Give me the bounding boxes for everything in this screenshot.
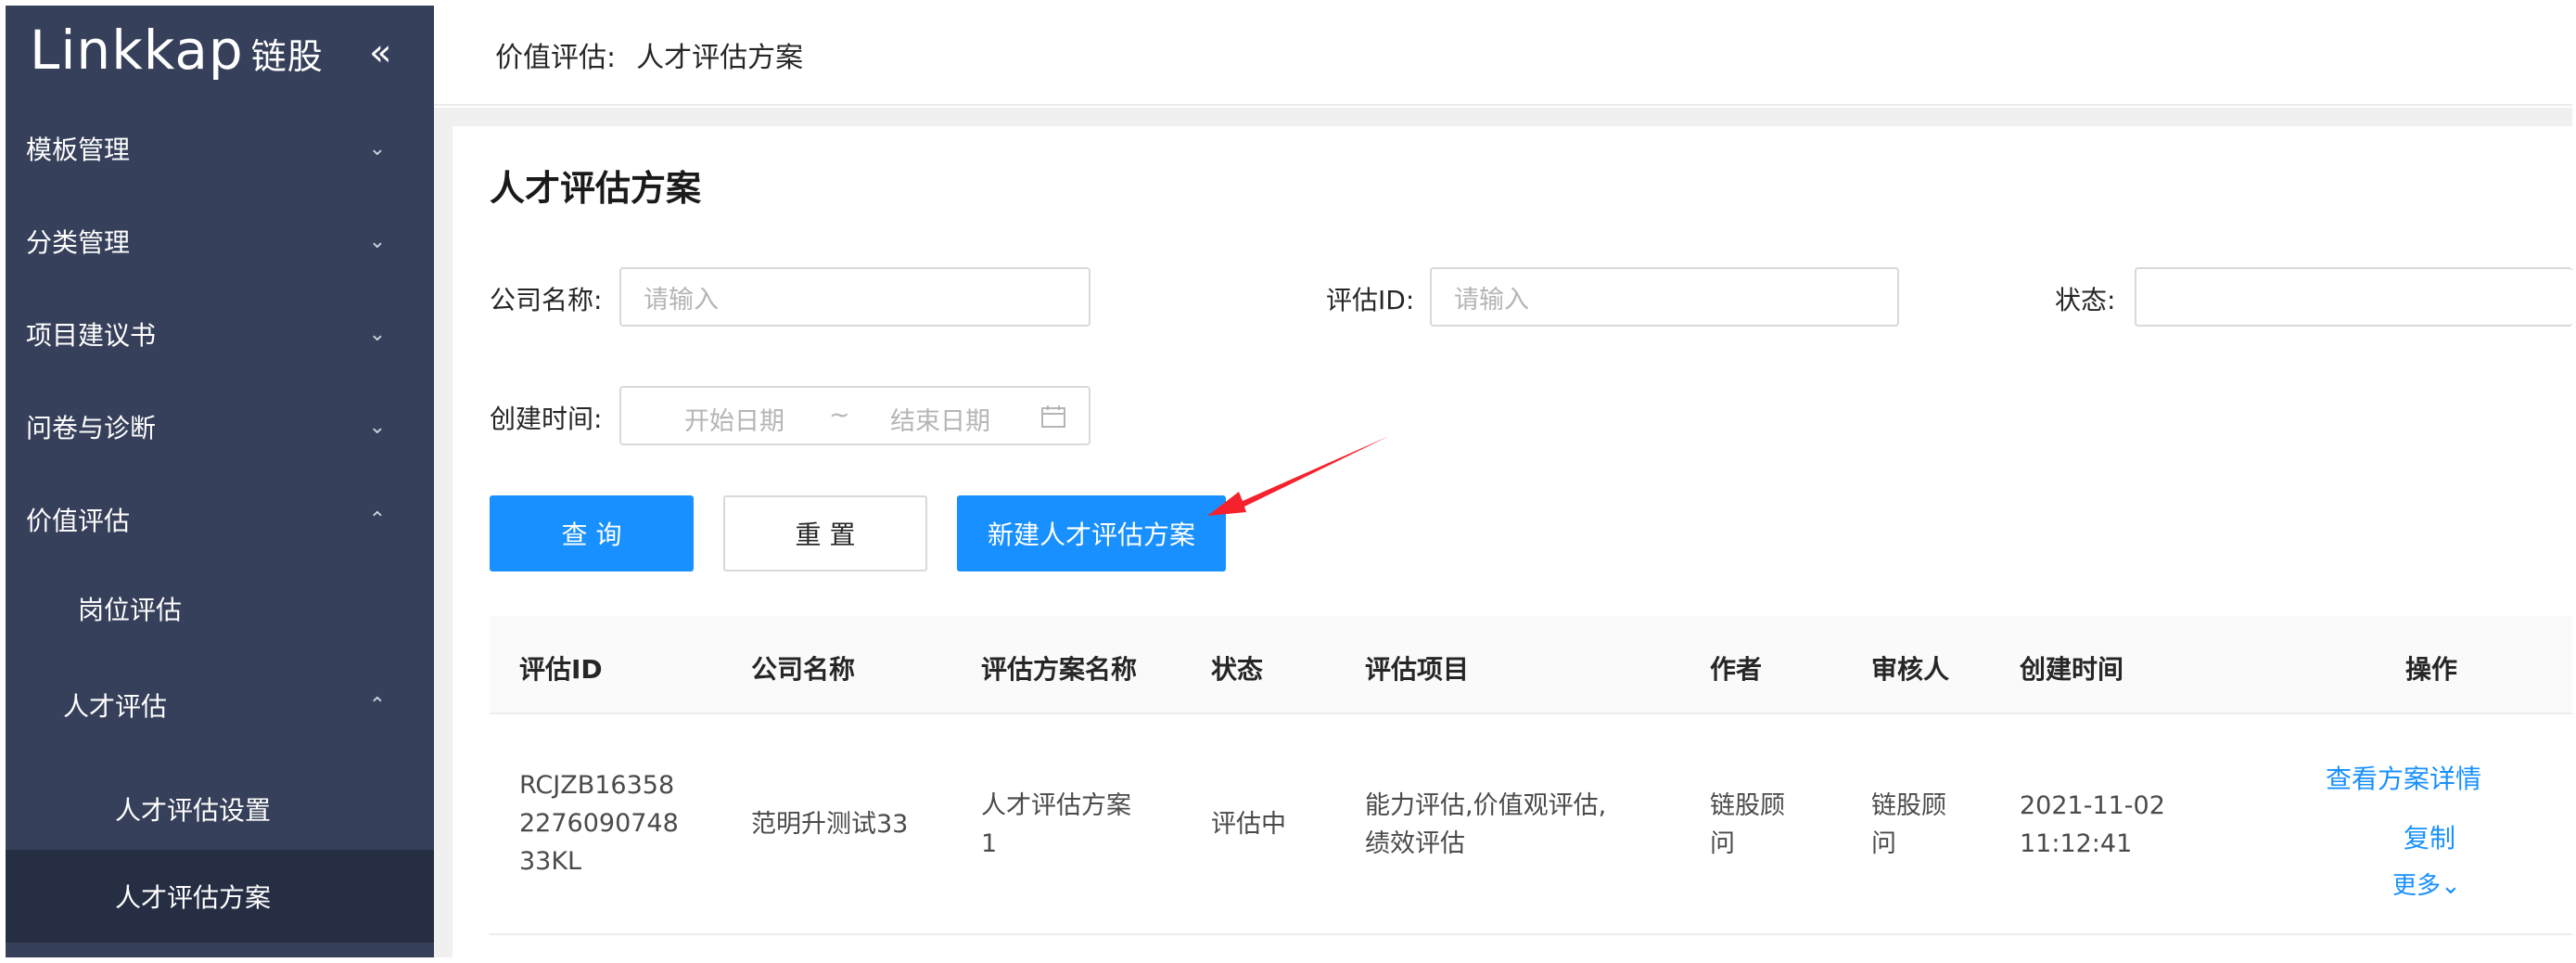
sidebar-item-survey[interactable]: 问卷与诊断 ⌄ bbox=[6, 380, 434, 473]
cell-line: 问 bbox=[1710, 829, 1735, 858]
start-date-placeholder: 开始日期 bbox=[684, 407, 784, 436]
sidebar-item-talent-eval[interactable]: 人才评估 ⌃ bbox=[6, 659, 434, 751]
created-time-label: 创建时间: bbox=[490, 404, 603, 434]
sidebar-item-valuation[interactable]: 价值评估 ⌃ bbox=[6, 473, 434, 566]
sidebar-item-talent-plan[interactable]: 人才评估方案 bbox=[6, 850, 434, 943]
logo[interactable]: Linkkap 链股 bbox=[30, 19, 324, 82]
cell-reviewer: 链股顾 问 bbox=[1871, 787, 1946, 863]
table-header: 评估ID 公司名称 评估方案名称 状态 评估项目 作者 审核人 创建时间 操作 bbox=[490, 616, 2572, 714]
eval-id-label: 评估ID: bbox=[1326, 285, 1415, 315]
col-author: 作者 bbox=[1710, 654, 1763, 685]
breadcrumb-parent[interactable]: 价值评估: bbox=[495, 34, 616, 75]
cell-plan-name: 人才评估方案 1 bbox=[981, 787, 1131, 863]
eval-id-input[interactable]: 请输入 bbox=[1430, 267, 1899, 327]
sidebar-item-label: 人才评估 bbox=[63, 691, 168, 722]
table-row: RCJZB16358 2276090748 33KL 范明升测试33 人才评估方… bbox=[490, 714, 2572, 935]
col-plan-name: 评估方案名称 bbox=[981, 654, 1138, 685]
company-label: 公司名称: bbox=[490, 285, 603, 315]
collapse-sidebar-icon[interactable]: « bbox=[369, 32, 391, 74]
cell-company: 范明升测试33 bbox=[751, 810, 909, 839]
cell-line: 33KL bbox=[519, 847, 582, 876]
end-date-placeholder: 结束日期 bbox=[890, 407, 990, 436]
company-input[interactable]: 请输入 bbox=[619, 267, 1090, 327]
cell-line: 问 bbox=[1871, 829, 1896, 858]
calendar-icon bbox=[1041, 405, 1065, 428]
cell-created-time: 2021-11-02 11:12:41 bbox=[2020, 787, 2165, 863]
cell-eval-items: 能力评估,价值观评估, 绩效评估 bbox=[1365, 787, 1606, 863]
cell-line: 绩效评估 bbox=[1365, 829, 1465, 858]
logo-text: Linkkap bbox=[30, 19, 244, 82]
range-separator: ~ bbox=[829, 401, 850, 430]
logo-row: Linkkap 链股 « bbox=[6, 6, 434, 108]
sidebar-item-talent-settings[interactable]: 人才评估设置 bbox=[6, 763, 434, 855]
cell-line: 人才评估方案 bbox=[981, 791, 1131, 820]
sidebar-item-label: 人才评估方案 bbox=[115, 882, 272, 913]
col-actions: 操作 bbox=[2405, 654, 2458, 685]
sidebar-item-category[interactable]: 分类管理 ⌄ bbox=[6, 195, 434, 288]
cell-author: 链股顾 问 bbox=[1710, 787, 1785, 863]
cell-line: 2276090748 bbox=[519, 809, 679, 838]
chevron-down-icon: ⌄ bbox=[368, 322, 386, 346]
chevron-down-icon: ⌄ bbox=[368, 229, 386, 253]
more-dropdown-link[interactable]: 更多⌄ bbox=[2392, 867, 2461, 901]
sidebar-item-label: 人才评估设置 bbox=[115, 795, 272, 826]
cell-line: 链股顾 bbox=[1710, 791, 1785, 820]
sidebar-item-label: 项目建议书 bbox=[26, 320, 157, 351]
sidebar-item-template[interactable]: 模板管理 ⌄ bbox=[6, 102, 434, 195]
cell-line: 2021-11-02 bbox=[2020, 791, 2165, 820]
view-plan-details-link[interactable]: 查看方案详情 bbox=[2326, 759, 2481, 796]
cell-line: 11:12:41 bbox=[2020, 829, 2133, 858]
company-placeholder: 请输入 bbox=[644, 285, 719, 315]
eval-id-placeholder: 请输入 bbox=[1454, 285, 1529, 315]
sidebar-item-label: 模板管理 bbox=[26, 135, 131, 165]
chevron-down-icon: ⌄ bbox=[368, 136, 386, 160]
chevron-up-icon: ⌃ bbox=[368, 693, 386, 717]
col-status: 状态 bbox=[1211, 654, 1264, 685]
col-eval-id: 评估ID bbox=[519, 654, 603, 685]
create-talent-plan-button[interactable]: 新建人才评估方案 bbox=[957, 495, 1226, 571]
sidebar-item-label: 价值评估 bbox=[26, 506, 131, 536]
cell-eval-id: RCJZB16358 2276090748 33KL bbox=[519, 766, 679, 880]
status-select[interactable] bbox=[2135, 267, 2572, 327]
col-reviewer: 审核人 bbox=[1871, 654, 1950, 685]
cell-status: 评估中 bbox=[1211, 810, 1286, 839]
sidebar-item-label: 分类管理 bbox=[26, 227, 131, 258]
cell-line: RCJZB16358 bbox=[519, 771, 675, 800]
breadcrumb-current: 人才评估方案 bbox=[636, 42, 804, 74]
reset-button[interactable]: 重 置 bbox=[723, 495, 927, 571]
sidebar-item-label: 岗位评估 bbox=[78, 595, 183, 625]
chevron-down-icon: ⌄ bbox=[368, 415, 386, 439]
sidebar-item-label: 问卷与诊断 bbox=[26, 413, 157, 443]
chevron-up-icon: ⌃ bbox=[368, 507, 386, 532]
logo-cn: 链股 bbox=[250, 36, 324, 77]
breadcrumb: 价值评估: 人才评估方案 bbox=[434, 6, 2572, 106]
sidebar-item-proposal[interactable]: 项目建议书 ⌄ bbox=[6, 288, 434, 380]
cell-line: 链股顾 bbox=[1871, 791, 1946, 820]
col-created-time: 创建时间 bbox=[2020, 654, 2124, 685]
date-range-picker[interactable]: 开始日期 ~ 结束日期 bbox=[619, 386, 1090, 445]
sidebar-item-position-eval[interactable]: 岗位评估 bbox=[6, 562, 434, 655]
col-company: 公司名称 bbox=[751, 654, 856, 685]
cell-line: 能力评估,价值观评估, bbox=[1365, 791, 1607, 820]
query-button[interactable]: 查 询 bbox=[490, 495, 694, 571]
page-title: 人才评估方案 bbox=[490, 168, 702, 209]
sidebar: Linkkap 链股 « 模板管理 ⌄ 分类管理 ⌄ 项目建议书 ⌄ 问卷与诊断 … bbox=[6, 6, 434, 957]
col-eval-items: 评估项目 bbox=[1365, 654, 1470, 685]
copy-link[interactable]: 复制 bbox=[2404, 818, 2455, 855]
status-label: 状态: bbox=[2055, 285, 2116, 315]
cell-line: 1 bbox=[981, 829, 998, 858]
